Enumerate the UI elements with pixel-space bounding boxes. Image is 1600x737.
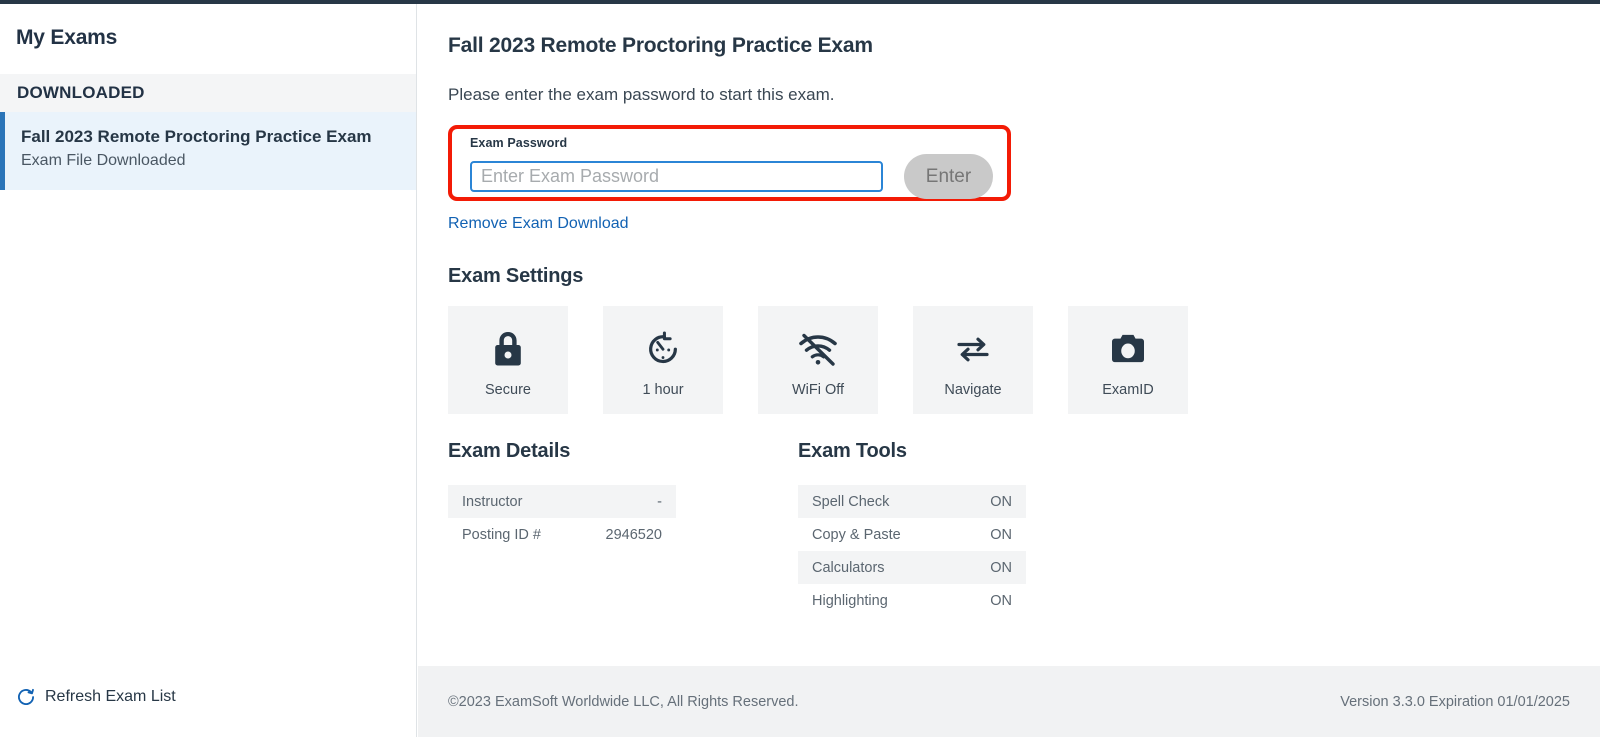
setting-card-examid[interactable]: ExamID: [1068, 306, 1188, 414]
tool-label: Copy & Paste: [812, 526, 901, 543]
refresh-exam-list-button[interactable]: Refresh Exam List: [16, 687, 176, 707]
sidebar-item-exam-title: Fall 2023 Remote Proctoring Practice Exa…: [21, 127, 372, 146]
navigate-icon: [953, 328, 993, 370]
exam-tools-section: Exam Tools Spell Check ON Copy & Paste O…: [798, 440, 1148, 617]
sidebar: My Exams DOWNLOADED Fall 2023 Remote Pro…: [0, 4, 417, 737]
page-subtitle: Please enter the exam password to start …: [448, 85, 835, 104]
exam-password-label: Exam Password: [470, 136, 568, 150]
tool-label: Spell Check: [812, 493, 890, 510]
setting-card-examid-label: ExamID: [1102, 382, 1154, 398]
setting-card-secure[interactable]: Secure: [448, 306, 568, 414]
setting-card-navigate[interactable]: Navigate: [913, 306, 1033, 414]
tool-label: Calculators: [812, 559, 885, 576]
setting-card-wifi-off[interactable]: WiFi Off: [758, 306, 878, 414]
main-content: Fall 2023 Remote Proctoring Practice Exa…: [418, 4, 1600, 617]
exam-tools-heading: Exam Tools: [798, 440, 907, 462]
sidebar-title: My Exams: [16, 26, 118, 49]
main-panel: Fall 2023 Remote Proctoring Practice Exa…: [418, 4, 1600, 737]
tool-label: Highlighting: [812, 592, 888, 609]
camera-icon: [1109, 328, 1147, 370]
sidebar-section-label: DOWNLOADED: [17, 83, 145, 102]
footer-copyright: ©2023 ExamSoft Worldwide LLC, All Rights…: [448, 693, 799, 710]
tool-value: ON: [990, 493, 1012, 510]
table-row: Highlighting ON: [798, 584, 1026, 617]
sidebar-item-exam-status: Exam File Downloaded: [21, 151, 186, 169]
setting-card-timer[interactable]: 1 hour: [603, 306, 723, 414]
exam-details-table: Instructor - Posting ID # 2946520: [448, 485, 676, 551]
detail-value: 2946520: [605, 526, 662, 543]
app-window: My Exams DOWNLOADED Fall 2023 Remote Pro…: [0, 0, 1600, 737]
exam-details-section: Exam Details Instructor - Posting ID # 2…: [448, 440, 798, 617]
lock-icon: [491, 328, 525, 370]
enter-button[interactable]: Enter: [904, 154, 993, 199]
remove-exam-download-link[interactable]: Remove Exam Download: [448, 215, 629, 233]
tool-value: ON: [990, 559, 1012, 576]
password-form-highlight: Exam Password Enter: [448, 125, 1011, 201]
exam-settings-cards: Secure 1 hour WiFi Off Navigate ExamID: [448, 306, 1600, 414]
detail-label: Instructor: [462, 493, 523, 510]
timer-icon: [644, 328, 682, 370]
table-row: Posting ID # 2946520: [448, 518, 676, 551]
refresh-icon: [16, 687, 36, 707]
setting-card-wifi-off-label: WiFi Off: [791, 382, 845, 398]
password-field-row: Enter: [470, 154, 1007, 199]
exam-settings-heading: Exam Settings: [448, 265, 584, 287]
table-row: Copy & Paste ON: [798, 518, 1026, 551]
detail-value: -: [657, 493, 662, 510]
footer-version: Version 3.3.0 Expiration 01/01/2025: [1340, 693, 1570, 710]
table-row: Instructor -: [448, 485, 676, 518]
exam-password-input[interactable]: [470, 161, 883, 192]
wifi-off-icon: [796, 328, 840, 370]
setting-card-secure-label: Secure: [485, 382, 531, 398]
setting-card-navigate-label: Navigate: [944, 382, 1002, 398]
footer: ©2023 ExamSoft Worldwide LLC, All Rights…: [418, 666, 1600, 737]
refresh-exam-list-label: Refresh Exam List: [45, 688, 176, 705]
details-and-tools: Exam Details Instructor - Posting ID # 2…: [448, 440, 1600, 617]
sidebar-item-exam[interactable]: Fall 2023 Remote Proctoring Practice Exa…: [0, 112, 416, 190]
tool-value: ON: [990, 526, 1012, 543]
detail-label: Posting ID #: [462, 526, 541, 543]
exam-details-heading: Exam Details: [448, 440, 571, 462]
page-title: Fall 2023 Remote Proctoring Practice Exa…: [448, 34, 873, 57]
table-row: Spell Check ON: [798, 485, 1026, 518]
sidebar-section-downloaded: DOWNLOADED: [0, 74, 416, 112]
setting-card-timer-label: 1 hour: [642, 382, 684, 398]
exam-tools-table: Spell Check ON Copy & Paste ON Calculato…: [798, 485, 1026, 617]
tool-value: ON: [990, 592, 1012, 609]
table-row: Calculators ON: [798, 551, 1026, 584]
